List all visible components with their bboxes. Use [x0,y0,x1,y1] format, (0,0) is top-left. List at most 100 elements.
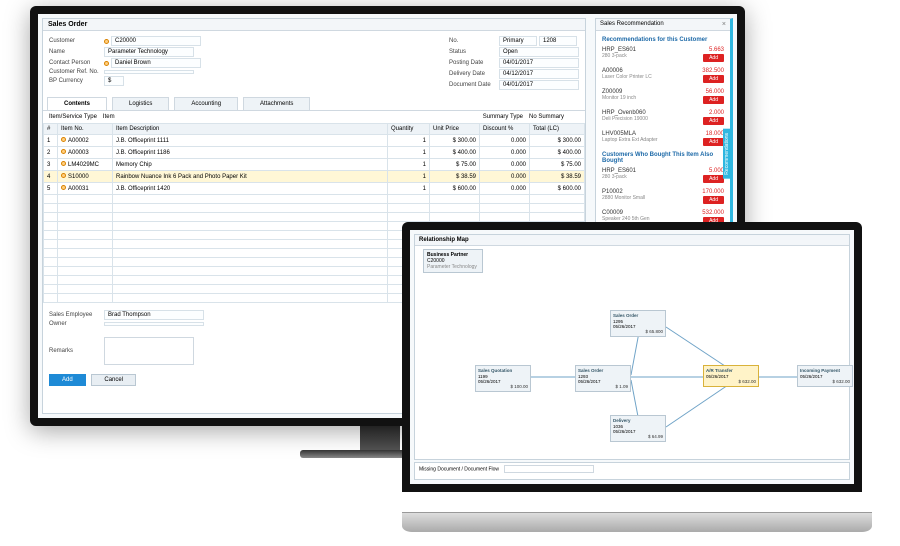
rec-item-price: 18.000 [703,131,724,137]
col-price[interactable]: Unit Price [430,124,480,135]
map-node-order2[interactable]: Sales Order129505/26/2017$ 65.800 [610,310,666,337]
rec-item-price: 56.000 [703,89,724,95]
table-row[interactable]: 5A00031J.B. Officeprint 14201$ 600.000.0… [44,183,585,195]
grid-type-value[interactable]: Item [103,114,143,120]
postdate-row: Posting Date 04/01/2017 [449,58,579,68]
link-arrow-icon[interactable] [104,39,109,44]
refno-label: Customer Ref. No. [49,69,104,75]
owner-value[interactable] [104,322,204,326]
owner-label: Owner [49,321,104,327]
map-node-amount: $ 1.09 [578,384,628,389]
col-total[interactable]: Total (LC) [530,124,585,135]
close-icon[interactable]: × [722,21,726,28]
laptop-screen: Relationship Map Business Partner C20000… [410,230,854,484]
rec-item-price: 382.500 [702,68,724,74]
table-row[interactable]: 4S10000Rainbow Nuance Ink 6 Pack and Pho… [44,171,585,183]
rec-item-price: 5.000 [703,168,724,174]
refno-value[interactable] [104,70,194,74]
table-row[interactable]: 3LM4029MCMemory Chip1$ 75.000.000$ 75.00 [44,159,585,171]
map-node-ar[interactable]: A/R Transfer05/26/2017$ 632.00 [703,365,759,387]
rec-add-button[interactable]: Add [703,96,724,104]
grid-header-row: # Item No. Item Description Quantity Uni… [44,124,585,135]
summary-type-value[interactable]: No Summary [529,114,579,120]
docno-row: No. Primary 1208 [449,36,579,46]
map-footer-slider[interactable] [504,465,594,473]
tab-accounting[interactable]: Accounting [174,97,238,110]
delivdate-value[interactable]: 04/12/2017 [499,69,579,79]
remarks-label: Remarks [49,348,104,354]
col-num[interactable]: # [44,124,58,135]
rec-item-info: Z00009Monitor 19 inch [602,89,636,101]
customer-label: Customer [49,38,104,44]
map-node-order1[interactable]: Sales Order129305/26/2017$ 1.09 [575,365,631,392]
cancel-button[interactable]: Cancel [91,374,136,386]
table-row-empty[interactable] [44,213,585,222]
table-row[interactable]: 1A00002J.B. Officeprint 11111$ 300.000.0… [44,135,585,147]
map-node-amount: $ 65.800 [613,329,663,334]
contact-value[interactable]: Daniel Brown [111,58,201,68]
laptop-base [402,512,872,532]
rec-add-button[interactable]: Add [703,175,724,183]
rec-add-button[interactable]: Add [703,75,724,83]
link-arrow-icon[interactable] [61,149,66,154]
rec-item: LHV005MLALaptop Extra Ext Adapter18.000A… [602,131,724,146]
rec-item-price: 5.663 [703,47,724,53]
salesemp-value[interactable]: Brad Thompson [104,310,204,320]
docno-value[interactable]: 1208 [539,36,577,46]
postdate-value[interactable]: 04/01/2017 [499,58,579,68]
docno-prefix[interactable]: Primary [499,36,537,46]
monitor-stand [360,426,400,452]
col-qty[interactable]: Quantity [388,124,430,135]
col-desc[interactable]: Item Description [113,124,388,135]
map-footer: Missing Document / Document Flow [414,462,850,480]
map-node-quote[interactable]: Sales Quotation119905/26/2017$ 100.00 [475,365,531,392]
table-row-empty[interactable] [44,195,585,204]
rec-item: Z00009Monitor 19 inch 56.000Add [602,89,724,104]
customer-value[interactable]: C20000 [111,36,201,46]
business-partner-box[interactable]: Business Partner C20000 Parameter Techno… [423,249,483,273]
currency-value[interactable]: $ [104,76,124,86]
link-arrow-icon[interactable] [104,61,109,66]
rec-item: A00006Laser Color Printer LC 382.500Add [602,68,724,83]
name-label: Name [49,49,104,55]
tab-attachments[interactable]: Attachments [243,97,310,110]
map-node-amount: $ 64.99 [613,434,663,439]
map-title: Relationship Map [415,235,849,246]
map-node-title: Sales Order [578,368,628,373]
rec-side-tag[interactable]: Recommendations [723,129,731,179]
link-arrow-icon[interactable] [61,173,66,178]
rec-item-desc: 280 3-pack [602,53,636,59]
name-row: Name Parameter Technology [49,47,201,57]
col-item[interactable]: Item No. [58,124,113,135]
order-header-left: Customer C20000 Name Parameter Technolog… [49,35,201,91]
tab-contents[interactable]: Contents [47,97,107,110]
map-node-title: Sales Quotation [478,368,528,373]
delivdate-label: Delivery Date [449,71,499,77]
table-row-empty[interactable] [44,204,585,213]
rec-item-desc: Laser Color Printer LC [602,74,652,80]
tab-logistics[interactable]: Logistics [112,97,169,110]
docno-label: No. [449,38,499,44]
rec-add-button[interactable]: Add [703,196,724,204]
link-arrow-icon[interactable] [61,185,66,190]
map-node-amount: $ 632.00 [706,379,756,384]
remarks-textarea[interactable] [104,337,194,365]
col-disc[interactable]: Discount % [480,124,530,135]
add-button[interactable]: Add [49,374,86,386]
rec-add-button[interactable]: Add [703,54,724,62]
link-arrow-icon[interactable] [61,137,66,142]
docdate-value[interactable]: 04/01/2017 [499,80,579,90]
map-node-pay[interactable]: Incoming Payment05/26/2017$ 632.00 [797,365,853,387]
rec-item-info: P100022880 Monitor Small [602,189,645,201]
rec-add-button[interactable]: Add [703,117,724,125]
laptop: Relationship Map Business Partner C20000… [402,222,872,532]
map-node-deliv[interactable]: Delivery103605/26/2017$ 64.99 [610,415,666,442]
rec-add-button[interactable]: Add [703,138,724,146]
link-arrow-icon[interactable] [61,161,66,166]
rec-item-info: A00006Laser Color Printer LC [602,68,652,80]
grid-toolbar: Item/Service Type Item Summary Type No S… [43,111,585,123]
rec-item-desc: 280 3-pack [602,174,636,180]
map-node-amount: $ 632.00 [800,379,850,384]
name-value[interactable]: Parameter Technology [104,47,194,57]
table-row[interactable]: 2A00003J.B. Officeprint 11861$ 400.000.0… [44,147,585,159]
